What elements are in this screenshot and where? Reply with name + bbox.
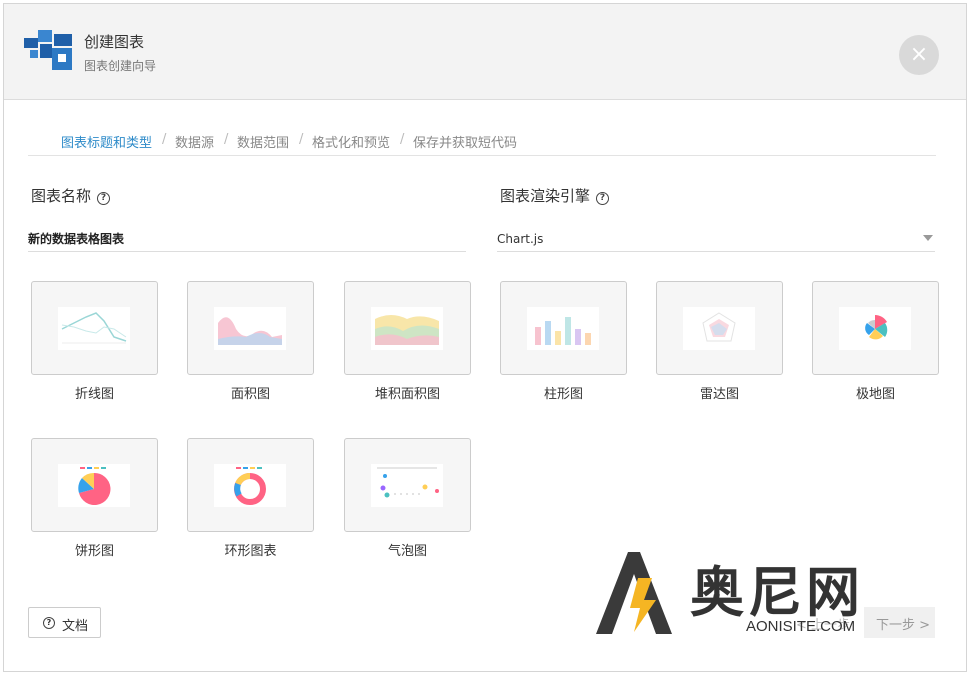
- chart-type-card-line[interactable]: [31, 281, 158, 375]
- chart-type-label: 环形图表: [224, 544, 277, 559]
- chart-name-label-text: 图表名称: [31, 187, 92, 205]
- engine-select[interactable]: Chart.js: [497, 226, 935, 252]
- help-icon[interactable]: ?: [97, 192, 111, 205]
- chart-type-label: 雷达图: [699, 387, 739, 402]
- next-step-button[interactable]: 下一步 >: [864, 607, 935, 638]
- documentation-label: 文档: [62, 619, 89, 634]
- engine-label: 图表渲染引擎?: [500, 185, 610, 206]
- chart-type-card-stacked-area[interactable]: [344, 281, 471, 375]
- chart-type-label: 气泡图: [387, 544, 427, 559]
- modal-title: 创建图表: [84, 33, 145, 51]
- step-separator: /: [299, 132, 304, 147]
- chart-type-card-pie[interactable]: [31, 438, 158, 532]
- chart-type-card-bar[interactable]: [500, 281, 627, 375]
- step-data-source[interactable]: 数据源: [175, 132, 214, 151]
- area-chart-thumbnail-icon: [214, 307, 286, 350]
- chart-type-label: 极地图: [855, 387, 895, 402]
- chart-type-label: 折线图: [74, 387, 114, 402]
- chart-name-label: 图表名称?: [31, 185, 111, 206]
- doughnut-chart-thumbnail-icon: [214, 464, 286, 507]
- chart-name-input[interactable]: [28, 226, 466, 252]
- next-step-label: 下一步 >: [876, 618, 931, 633]
- modal-subtitle: 图表创建向导: [84, 59, 157, 73]
- step-separator: /: [162, 132, 167, 147]
- stacked-area-chart-thumbnail-icon: [371, 307, 443, 350]
- wizard-steps-breadcrumb: 图表标题和类型 / 数据源 / 数据范围 / 格式化和预览 / 保存并获取短代码: [28, 130, 936, 156]
- line-chart-thumbnail-icon: [58, 307, 130, 350]
- chart-type-label: 饼形图: [74, 544, 114, 559]
- chart-type-card-doughnut[interactable]: [187, 438, 314, 532]
- engine-label-text: 图表渲染引擎: [500, 187, 591, 205]
- step-separator: /: [400, 132, 405, 147]
- step-separator: /: [224, 132, 229, 147]
- radar-chart-thumbnail-icon: [683, 307, 755, 350]
- chart-type-label: 柱形图: [543, 387, 583, 402]
- watermark-subtext: AONISITE.COM: [746, 618, 856, 635]
- chart-type-label: 堆积面积图: [374, 387, 440, 402]
- step-save-shortcode[interactable]: 保存并获取短代码: [413, 132, 517, 151]
- step-title-and-type[interactable]: 图表标题和类型: [61, 132, 152, 151]
- chart-type-card-bubble[interactable]: [344, 438, 471, 532]
- modal-header: 创建图表 图表创建向导 ×: [4, 4, 966, 100]
- pie-chart-thumbnail-icon: [58, 464, 130, 507]
- bar-chart-thumbnail-icon: [527, 307, 599, 350]
- chart-type-label: 面积图: [230, 387, 270, 402]
- documentation-button[interactable]: ? 文档: [28, 607, 101, 638]
- dropdown-arrow-icon: [923, 235, 933, 241]
- step-format-preview[interactable]: 格式化和预览: [312, 132, 390, 151]
- step-data-range[interactable]: 数据范围: [237, 132, 289, 151]
- watermark-text: 奥尼网: [690, 561, 864, 624]
- app-logo-icon: [24, 30, 72, 70]
- chart-type-card-polar[interactable]: [812, 281, 939, 375]
- chart-type-card-area[interactable]: [187, 281, 314, 375]
- bubble-chart-thumbnail-icon: [371, 464, 443, 507]
- help-icon[interactable]: ?: [596, 192, 610, 205]
- engine-select-value: Chart.js: [497, 232, 544, 246]
- chart-type-card-radar[interactable]: [656, 281, 783, 375]
- close-button[interactable]: ×: [899, 35, 939, 75]
- polar-chart-thumbnail-icon: [839, 307, 911, 350]
- help-icon: ?: [43, 617, 55, 629]
